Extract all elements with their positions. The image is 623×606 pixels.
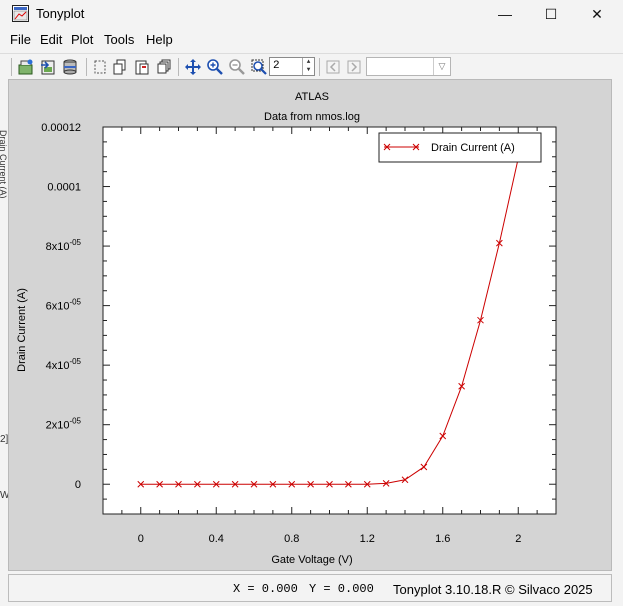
stepper-arrows[interactable]: ▲ ▼: [302, 58, 314, 75]
background-window-fragment: Drain Current (A): [0, 130, 8, 199]
zoom-in-icon: [207, 59, 223, 75]
import-icon: [41, 60, 55, 75]
overlay-button[interactable]: [154, 57, 174, 77]
menu-bar: File Edit Plot Tools Help: [0, 30, 623, 52]
plot-area[interactable]: ATLAS Data from nmos.log Gate Voltage (V…: [8, 79, 612, 571]
menu-help[interactable]: Help: [146, 32, 173, 47]
paste-icon: [135, 60, 149, 75]
select-icon: [94, 60, 106, 74]
toolbar-grip: [11, 58, 12, 76]
open-icon: [18, 59, 33, 75]
zoom-box-icon: [251, 59, 267, 75]
y-tick-label: 0.0001: [47, 182, 81, 194]
y-tick-label: 8x10-05: [46, 238, 82, 253]
plot-selector-dropdown[interactable]: ▽: [366, 57, 451, 76]
legend-label: Drain Current (A): [431, 142, 515, 154]
minimize-icon: —: [498, 6, 512, 22]
pan-button[interactable]: [183, 57, 203, 77]
chevron-down-icon: ▽: [433, 58, 450, 75]
x-tick-label: 2: [515, 533, 521, 545]
chart-title: ATLAS: [295, 91, 329, 103]
y-tick-label: 6x10-05: [46, 298, 82, 313]
zoom-out-button[interactable]: [227, 57, 247, 77]
y-tick-label: 4x10-05: [46, 357, 82, 372]
pan-icon: [185, 59, 201, 75]
x-tick-label: 1.2: [360, 533, 375, 545]
close-icon: ✕: [591, 5, 603, 22]
menu-file[interactable]: File: [10, 32, 31, 47]
import-button[interactable]: [38, 57, 58, 77]
title-bar: Tonyplot — ☐ ✕: [0, 0, 623, 28]
y-tick-label: 0.00012: [41, 122, 81, 134]
y-coordinate-readout: Y = 0.000: [309, 582, 374, 596]
next-icon: [347, 60, 361, 74]
menu-tools[interactable]: Tools: [104, 32, 134, 47]
x-tick-label: 0: [138, 533, 144, 545]
overlay-icon: [157, 59, 171, 74]
copy-button[interactable]: [110, 57, 130, 77]
zoom-out-icon: [229, 59, 245, 75]
print-icon: [63, 59, 77, 75]
x-tick-label: 0.4: [209, 533, 224, 545]
close-button[interactable]: ✕: [574, 0, 620, 28]
version-text: Tonyplot 3.10.18.R © Silvaco 2025: [393, 582, 593, 597]
zoom-level-value: 2: [273, 60, 280, 72]
window-title: Tonyplot: [36, 6, 85, 21]
minimize-button[interactable]: —: [482, 0, 528, 28]
next-button[interactable]: [344, 57, 364, 77]
zoom-box-button[interactable]: [249, 57, 269, 77]
maximize-button[interactable]: ☐: [528, 0, 574, 28]
plot-background: [102, 126, 557, 515]
y-axis-label: Drain Current (A): [16, 288, 28, 372]
line-chart[interactable]: ATLAS Data from nmos.log Gate Voltage (V…: [9, 80, 611, 570]
zoom-level-stepper[interactable]: 2 ▲ ▼: [269, 57, 315, 76]
select-button[interactable]: [90, 57, 110, 77]
x-coordinate-readout: X = 0.000: [233, 582, 298, 596]
zoom-in-button[interactable]: [205, 57, 225, 77]
x-tick-label: 1.6: [435, 533, 450, 545]
prev-icon: [326, 60, 340, 74]
y-tick-label: 2x10-05: [46, 417, 82, 432]
tonyplot-app-icon: [12, 5, 29, 22]
x-tick-label: 0.8: [284, 533, 299, 545]
previous-button[interactable]: [323, 57, 343, 77]
legend: Drain Current (A): [378, 132, 542, 163]
status-bar: X = 0.000 Y = 0.000 Tonyplot 3.10.18.R ©…: [8, 574, 612, 602]
chart-subtitle: Data from nmos.log: [264, 111, 360, 123]
copy-icon: [113, 59, 126, 75]
print-button[interactable]: [60, 57, 80, 77]
maximize-icon: ☐: [544, 5, 558, 22]
x-axis-label: Gate Voltage (V): [271, 554, 352, 566]
menu-plot[interactable]: Plot: [71, 32, 93, 47]
open-button[interactable]: [16, 57, 36, 77]
toolbar: 2 ▲ ▼ ▽: [0, 53, 623, 80]
menu-edit[interactable]: Edit: [40, 32, 62, 47]
paste-button[interactable]: [132, 57, 152, 77]
y-tick-label: 0: [75, 479, 81, 491]
